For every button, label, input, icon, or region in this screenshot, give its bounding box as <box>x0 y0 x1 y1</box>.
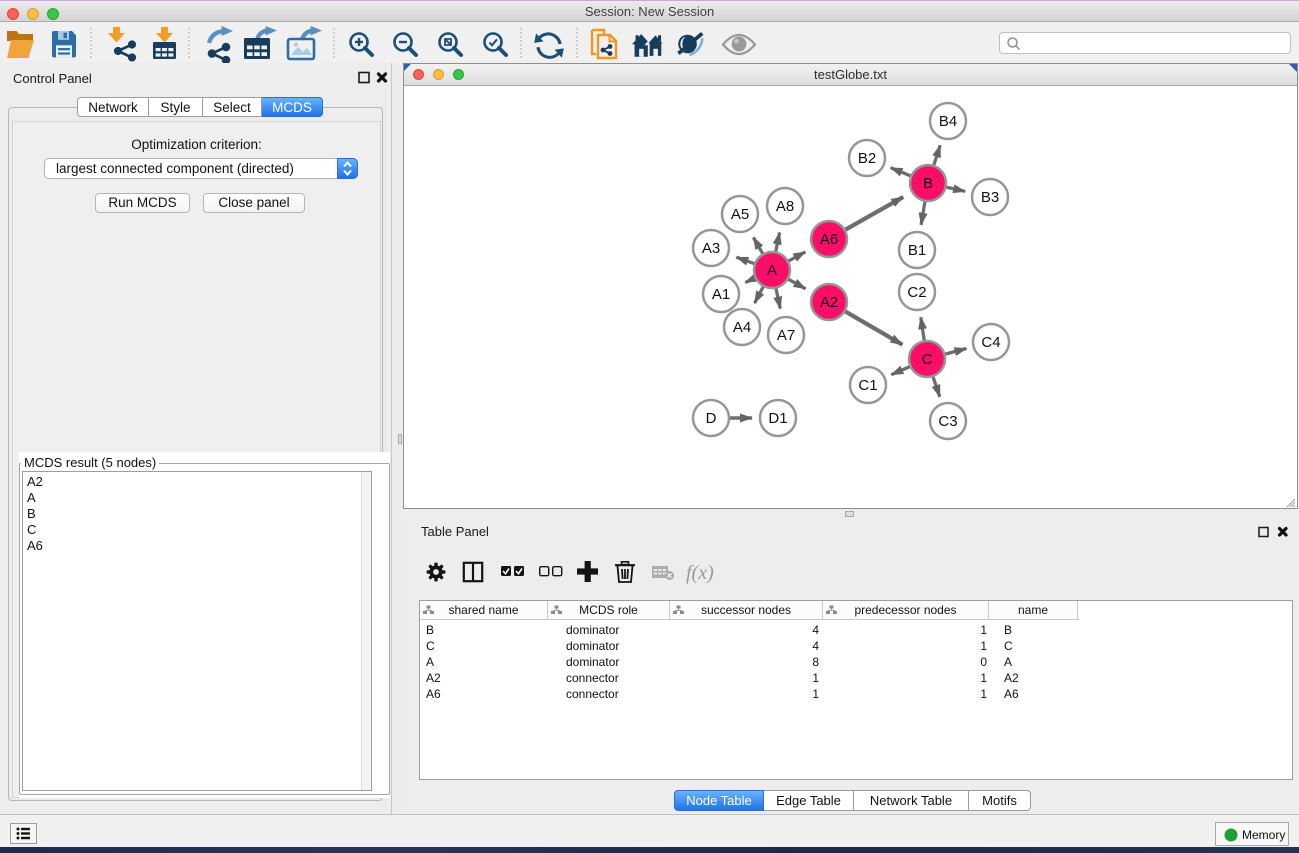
svg-text:D1: D1 <box>768 410 787 427</box>
svg-text:A4: A4 <box>733 319 751 336</box>
svg-text:A5: A5 <box>731 206 749 223</box>
svg-text:C3: C3 <box>938 413 957 430</box>
svg-text:A8: A8 <box>776 198 794 215</box>
svg-text:C4: C4 <box>981 334 1000 351</box>
svg-text:A2: A2 <box>820 294 838 311</box>
svg-text:D: D <box>706 410 717 427</box>
svg-text:A: A <box>767 262 777 279</box>
svg-text:C2: C2 <box>907 284 926 301</box>
svg-text:C1: C1 <box>858 377 877 394</box>
svg-text:B3: B3 <box>981 189 999 206</box>
svg-text:A6: A6 <box>820 231 838 248</box>
svg-text:A3: A3 <box>702 240 720 257</box>
svg-text:A1: A1 <box>712 286 730 303</box>
svg-text:B2: B2 <box>858 150 876 167</box>
svg-text:B: B <box>923 175 933 192</box>
svg-text:f(x): f(x) <box>686 562 714 584</box>
svg-text:C: C <box>922 351 933 368</box>
svg-text:B4: B4 <box>939 113 957 130</box>
svg-text:A7: A7 <box>777 327 795 344</box>
svg-text:B1: B1 <box>908 242 926 259</box>
